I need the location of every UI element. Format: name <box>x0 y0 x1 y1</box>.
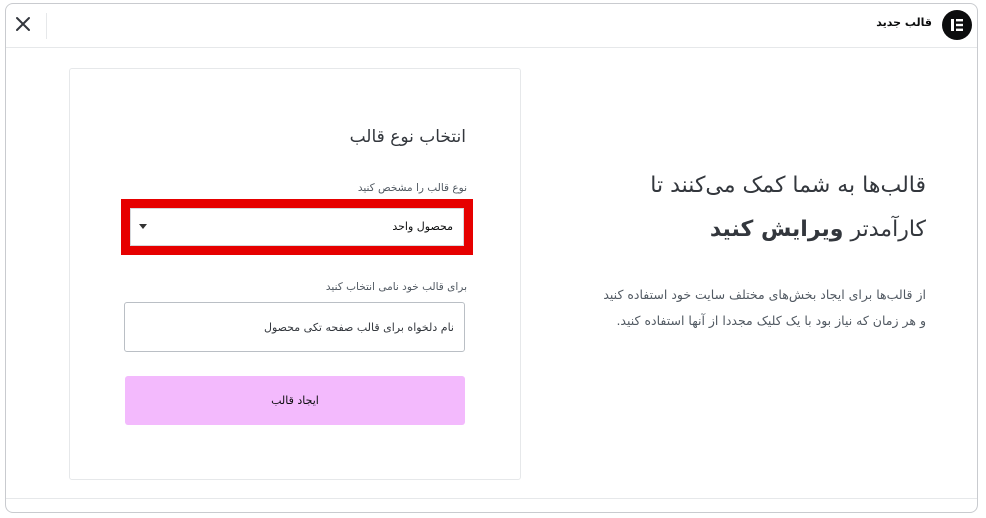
intro-heading-line1: قالب‌ها به شما کمک می‌کنند تا <box>650 173 926 198</box>
intro-description: از قالب‌ها برای ایجاد بخش‌های مختلف سایت… <box>603 287 926 328</box>
intro-heading-line2-plain: کارآمدتر <box>850 217 926 242</box>
template-type-label: نوع قالب را مشخص کنید <box>357 182 467 194</box>
intro-section: قالب‌ها به شما کمک می‌کنند تا کارآمدتر و… <box>596 164 926 334</box>
template-type-select[interactable]: محصول واحد <box>130 208 464 246</box>
close-button[interactable] <box>12 13 34 35</box>
chevron-down-icon <box>139 224 147 229</box>
create-template-button[interactable]: ایجاد قالب <box>125 376 465 425</box>
dialog-header: قالب جدید <box>6 4 977 48</box>
template-form-card: انتخاب نوع قالب نوع قالب را مشخص کنید مح… <box>69 68 521 480</box>
intro-heading-line2-bold: ویرایش کنید <box>709 217 844 242</box>
intro-heading: قالب‌ها به شما کمک می‌کنند تا کارآمدتر و… <box>596 164 926 252</box>
footer-divider <box>6 498 977 499</box>
template-name-input[interactable] <box>124 302 465 352</box>
close-icon[interactable] <box>12 13 34 35</box>
header-divider <box>46 13 47 39</box>
elementor-logo-icon <box>942 10 972 40</box>
template-name-label: برای قالب خود نامی انتخاب کنید <box>325 281 467 293</box>
new-template-dialog: قالب جدید قالب‌ها به شما کمک می‌کنند تا … <box>5 3 978 513</box>
form-title: انتخاب نوع قالب <box>349 127 466 147</box>
template-type-selected-value: محصول واحد <box>392 220 453 233</box>
dialog-title: قالب جدید <box>876 16 932 29</box>
